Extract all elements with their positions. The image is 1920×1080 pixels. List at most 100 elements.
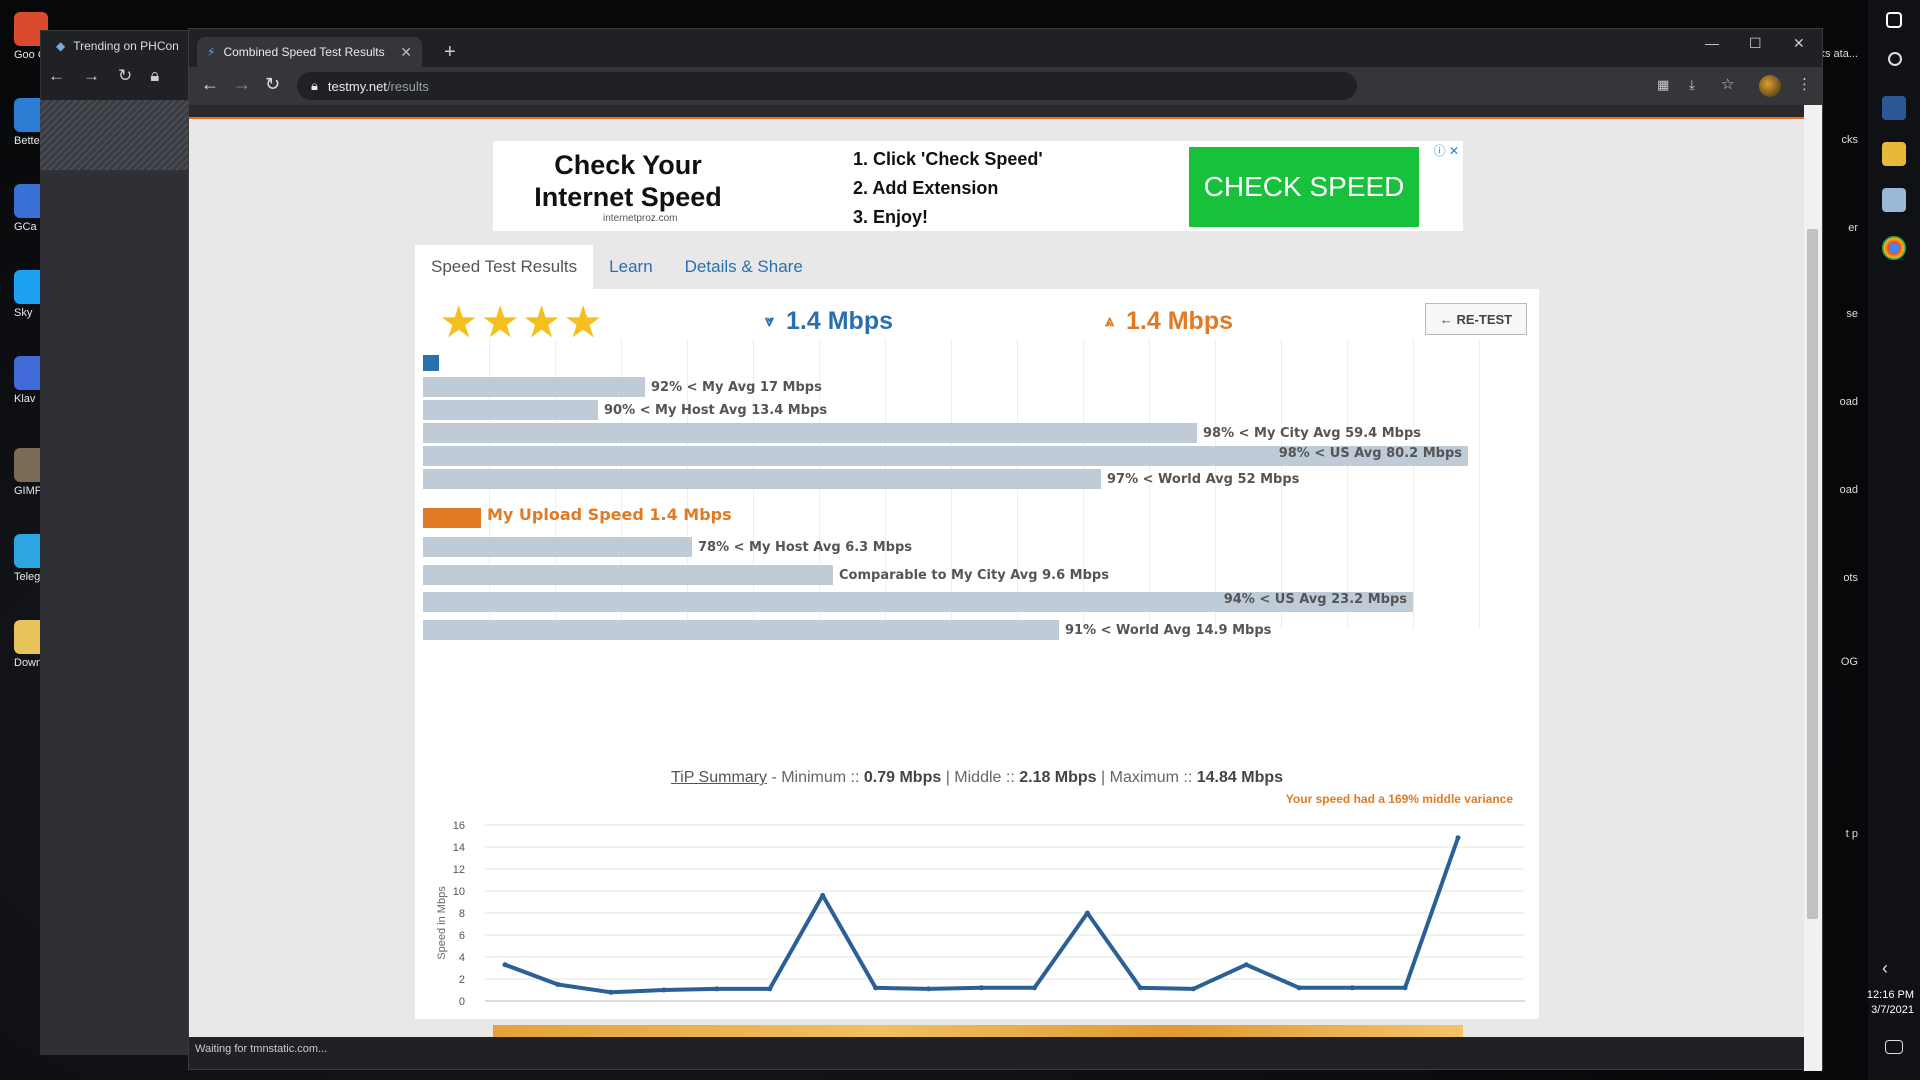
upload-speed-bar	[423, 508, 481, 528]
comparison-bar-row: 98% < My City Avg 59.4 Mbps	[423, 423, 1421, 443]
tab-speed-test-results[interactable]: Speed Test Results	[415, 245, 594, 289]
tip-min-label: - Minimum ::	[767, 769, 864, 786]
tab-details-share[interactable]: Details & Share	[669, 245, 819, 289]
bookmark-star-icon[interactable]: ☆	[1721, 75, 1734, 93]
back-window-content	[40, 100, 190, 1055]
comparison-bar-label: 97% < World Avg 52 Mbps	[1107, 471, 1300, 487]
reload-icon[interactable]: ↻	[118, 66, 132, 90]
back-window-nav: ← → ↻ 🔒︎	[48, 66, 208, 90]
speed-data-point	[767, 986, 773, 992]
check-speed-button[interactable]: CHECK SPEED	[1189, 147, 1419, 227]
url-path: /results	[386, 78, 429, 94]
background-window-label: oad	[1839, 484, 1858, 496]
comparison-bar	[423, 620, 1059, 640]
clock-time: 12:16 PM	[1866, 989, 1914, 1001]
speed-series-line	[504, 837, 1460, 995]
bar-gridline	[1479, 339, 1480, 629]
notification-icon[interactable]	[1885, 1040, 1903, 1054]
comparison-bar-row: 92% < My Avg 17 Mbps	[423, 377, 822, 397]
site-header	[189, 105, 1804, 119]
testmy-favicon-icon: ⚡	[207, 45, 216, 59]
scrollbar-thumb[interactable]	[1807, 229, 1818, 919]
close-tab-icon[interactable]: ✕	[400, 44, 412, 61]
ad-title-line2: Internet Speed	[534, 182, 722, 212]
tip-max-value: 14.84 Mbps	[1196, 769, 1284, 786]
speed-data-point	[1296, 985, 1302, 991]
forward-arrow-icon[interactable]: →	[83, 66, 100, 90]
y-axis-label: Speed in Mbps	[436, 886, 448, 960]
speed-line-chart: 0 2 4 6 8 10 12 14 16 Speed in Mbps	[436, 820, 1525, 1008]
y-tick-label: 8	[459, 908, 465, 920]
ad-step: 1. Click 'Check Speed'	[853, 149, 1043, 169]
comparison-bar-label: 98% < US Avg 80.2 Mbps	[1278, 446, 1462, 461]
windows-icon[interactable]	[1886, 12, 1902, 28]
menu-icon[interactable]: ⋮	[1797, 75, 1812, 93]
speed-data-point	[926, 986, 932, 992]
comparison-bar	[423, 400, 598, 420]
forward-button[interactable]: →	[233, 74, 251, 95]
retest-button[interactable]: ← RE-TEST	[1425, 303, 1527, 335]
background-window-label: se	[1846, 308, 1858, 320]
bottom-advertisement[interactable]	[493, 1025, 1463, 1037]
word-icon[interactable]	[1882, 96, 1906, 120]
comparison-bar	[423, 469, 1101, 489]
browser-window: ⚡ Combined Speed Test Results ✕ + — ☐ ✕ …	[188, 28, 1823, 1071]
maximize-button[interactable]: ☐	[1749, 35, 1762, 52]
reload-button[interactable]: ↻	[265, 74, 280, 95]
upload-arrow-icon: ⩓	[1105, 312, 1115, 330]
qr-code-icon[interactable]: ▦	[1657, 77, 1669, 93]
back-window-tab[interactable]: ◆ Trending on PHCon	[56, 32, 196, 60]
bar-gridline	[1413, 339, 1414, 629]
minimize-button[interactable]: —	[1705, 35, 1719, 51]
speed-data-point	[502, 962, 508, 968]
speed-data-point	[1137, 985, 1143, 991]
comparison-bar-row: 91% < World Avg 14.9 Mbps	[423, 620, 1271, 640]
page-viewport: Check Your Internet Speed internetproz.c…	[189, 105, 1804, 1037]
speed-data-point	[608, 989, 614, 995]
tab-learn[interactable]: Learn	[593, 245, 668, 289]
search-icon[interactable]	[1888, 52, 1902, 66]
download-speed-value: 1.4 Mbps	[786, 307, 894, 335]
tip-max-label: | Maximum ::	[1096, 769, 1197, 786]
close-window-button[interactable]: ✕	[1793, 35, 1805, 52]
browser-tab-active[interactable]: ⚡ Combined Speed Test Results ✕	[197, 37, 422, 67]
chrome-icon[interactable]	[1882, 236, 1906, 260]
back-button[interactable]: ←	[201, 74, 219, 95]
comparison-bar-label: 91% < World Avg 14.9 Mbps	[1065, 622, 1272, 638]
upload-speed-title: My Upload Speed 1.4 Mbps	[487, 505, 732, 524]
top-advertisement[interactable]: Check Your Internet Speed internetproz.c…	[493, 141, 1463, 231]
speed-data-point	[1190, 986, 1196, 992]
speed-data-point	[1031, 985, 1037, 991]
comparison-bar	[423, 377, 645, 397]
comparison-bar-label: 90% < My Host Avg 13.4 Mbps	[604, 402, 828, 418]
tip-mid-label: | Middle ::	[941, 769, 1020, 786]
background-window-label: er	[1848, 222, 1858, 234]
install-app-icon[interactable]: ⤓	[1689, 77, 1695, 93]
tip-summary: TiP Summary - Minimum :: 0.79 Mbps | Mid…	[415, 769, 1539, 787]
profile-avatar[interactable]	[1759, 75, 1781, 97]
speed-data-point	[1402, 985, 1408, 991]
result-tabs: Speed Test Results Learn Details & Share	[415, 245, 819, 289]
chevron-left-icon[interactable]: ‹	[1882, 958, 1906, 982]
ad-steps: 1. Click 'Check Speed' 2. Add Extension …	[853, 145, 1043, 232]
new-tab-button[interactable]: +	[444, 41, 456, 64]
ad-step: 3. Enjoy!	[853, 207, 929, 227]
ad-choices-icon[interactable]: ⓘ ✕	[1434, 142, 1459, 159]
speed-data-point	[661, 987, 667, 993]
browser-toolbar: ← → ↻ 🔒︎ testmy.net/results ▦ ⤓ ☆ ⋮	[189, 67, 1822, 105]
bar-gridline	[1347, 339, 1348, 629]
y-tick-label: 2	[459, 974, 465, 986]
y-tick-label: 14	[453, 842, 465, 854]
system-clock[interactable]: 12:16 PM 3/7/2021	[1867, 988, 1914, 1018]
back-arrow-icon[interactable]: ←	[48, 66, 65, 90]
background-window-label: cks	[1841, 134, 1859, 146]
upload-speed: ⩓ 1.4 Mbps	[1105, 307, 1233, 336]
tip-summary-link[interactable]: TiP Summary	[671, 769, 767, 786]
comparison-bar-row: 90% < My Host Avg 13.4 Mbps	[423, 400, 827, 420]
upload-speed-value: 1.4 Mbps	[1126, 307, 1234, 335]
app-icon[interactable]	[1882, 188, 1906, 212]
address-bar[interactable]: 🔒︎ testmy.net/results	[297, 72, 1357, 100]
y-tick-label: 4	[459, 952, 465, 964]
folder-icon[interactable]	[1882, 142, 1906, 166]
download-arrow-icon: ⩔	[765, 312, 775, 330]
